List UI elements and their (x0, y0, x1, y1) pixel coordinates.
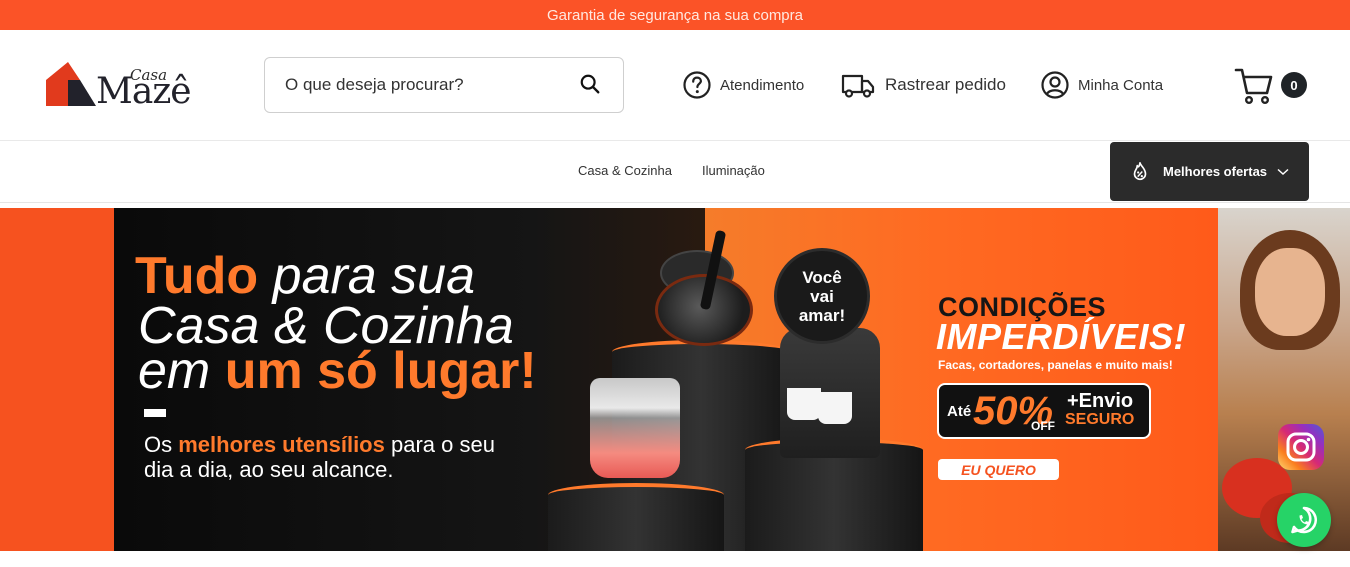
headline-um-so-lugar: um só lugar! (224, 342, 537, 400)
discount-seguro: SEGURO (1065, 411, 1135, 428)
delivery-truck-icon (841, 74, 875, 98)
badge-line2: vai (810, 286, 834, 306)
subtitle-melhores: melhores utensílios (178, 432, 385, 457)
subtitle-para-o-seu: para o seu (384, 432, 495, 457)
coffee-cup-image (818, 392, 852, 424)
banner-subtitle-line1: Os melhores utensílios para o seu (144, 432, 495, 458)
banner-divider (144, 409, 166, 417)
discount-off: OFF (1031, 419, 1055, 433)
promo-products-text: Facas, cortadores, panelas e muito mais! (938, 358, 1173, 372)
atendimento-link[interactable]: Atendimento (682, 70, 804, 100)
logo-maze-text: Mazê (96, 71, 192, 112)
user-account-icon (1041, 71, 1069, 99)
site-header: Casa Mazê Atendimento Rastrear pedido (0, 30, 1350, 141)
nav-item-casa-cozinha[interactable]: Casa & Cozinha (578, 163, 672, 178)
atendimento-label: Atendimento (720, 76, 805, 94)
banner-headline-line1: Tudo para sua (135, 250, 475, 302)
banner-headline-line3: em um só lugar! (138, 345, 537, 397)
photo-face (1255, 248, 1325, 336)
badge-line3: amar! (798, 305, 846, 325)
food-chopper-image (590, 378, 680, 478)
discount-envio: +Envio (1067, 390, 1134, 412)
search-icon[interactable] (579, 73, 601, 95)
discount-ate: Até (947, 403, 972, 420)
best-offers-dropdown[interactable]: Melhores ofertas (1110, 142, 1309, 201)
subtitle-os: Os (144, 432, 179, 457)
hero-banner[interactable]: Tudo para sua Casa & Cozinha em um só lu… (0, 208, 1350, 551)
coffee-cup-image (787, 388, 821, 420)
best-offers-label: Melhores ofertas (1163, 164, 1268, 179)
discount-flame-icon (1133, 161, 1147, 180)
voce-vai-amar-badge: Você vai amar! (774, 248, 870, 344)
nav-item-iluminacao[interactable]: Iluminação (702, 163, 765, 178)
rastrear-label: Rastrear pedido (885, 75, 1006, 94)
rastrear-pedido-link[interactable]: Rastrear pedido (841, 70, 1006, 100)
minha-conta-link[interactable]: Minha Conta (1040, 70, 1163, 100)
instagram-icon[interactable] (1278, 424, 1324, 470)
instagram-glyph-icon (1286, 432, 1316, 462)
top-announcement-bar: Garantia de segurança na sua compra (0, 0, 1350, 30)
promo-imperdiveis: IMPERDÍVEIS! (936, 316, 1187, 357)
shopping-cart-icon[interactable] (1234, 66, 1274, 106)
whatsapp-glyph-icon (1291, 506, 1317, 534)
search-input[interactable] (285, 68, 565, 102)
discount-box: Até 50% OFF +Envio SEGURO (937, 383, 1151, 439)
minha-conta-label: Minha Conta (1078, 76, 1164, 94)
announcement-text: Garantia de segurança na sua compra (547, 6, 803, 24)
search-box (264, 57, 624, 113)
banner-subtitle-line2: dia a dia, ao seu alcance. (144, 457, 394, 482)
whatsapp-icon[interactable] (1277, 493, 1331, 547)
logo-mark-icon (46, 62, 96, 106)
cart-count-badge[interactable]: 0 (1281, 72, 1307, 98)
banner-left-strip (0, 208, 114, 551)
help-circle-icon (683, 71, 711, 99)
category-nav: Casa & Cozinha Iluminação Melhores ofert… (0, 141, 1350, 203)
eu-quero-button[interactable]: EU QUERO (938, 459, 1059, 480)
badge-line1: Você (802, 267, 842, 287)
headline-em: em (138, 342, 225, 400)
product-pedestal (548, 483, 724, 551)
logo[interactable]: Casa Mazê (46, 62, 206, 110)
chevron-down-icon (1277, 168, 1289, 175)
